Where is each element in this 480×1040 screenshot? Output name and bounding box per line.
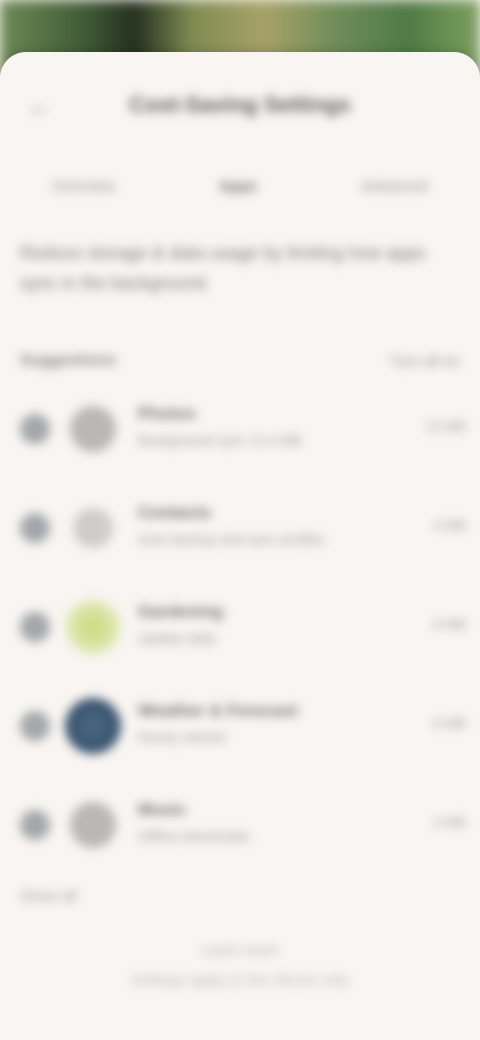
item-size: 12 MB [425,418,466,434]
item-subtitle: Offline downloads [138,828,250,844]
settings-sheet: ← Cost-Saving Settings Overview Apps Adv… [0,52,480,1040]
item-title: Photos [138,404,196,423]
list-item[interactable]: Weather & Forecast Hourly refresh 6 MB [0,679,480,778]
item-size: 4 MB [433,517,466,533]
list-item[interactable]: Photos Background sync 12.4 MB 12 MB [0,382,480,481]
footer-note: Settings apply to this device only [131,972,349,989]
photos-icon [70,406,116,452]
learn-more-link[interactable]: Learn more [0,942,480,959]
description-text: Reduce storage & data usage by limiting … [20,243,426,293]
section-title: Suggestions [20,352,117,369]
weather-icon [65,698,121,754]
tab-overview[interactable]: Overview [36,168,131,205]
app-list: Photos Background sync 12.4 MB 12 MB Con… [0,382,480,877]
tab-advanced[interactable]: Advanced [345,168,444,205]
item-size: 8 MB [433,616,466,632]
item-title: Weather & Forecast [138,701,298,720]
item-size: 6 MB [433,715,466,731]
radio-button[interactable] [20,513,50,543]
radio-button[interactable] [20,612,50,642]
turn-all-on-button[interactable]: Turn all on [390,353,460,370]
section-header: Suggestions Turn all on [20,346,460,376]
radio-button[interactable] [20,711,50,741]
tab-bar: Overview Apps Advanced [0,164,480,208]
item-subtitle: Background sync 12.4 MB [138,432,302,448]
item-title: Music [138,800,187,819]
gardening-icon [66,600,120,654]
item-title: Contacts [138,503,211,522]
radio-button[interactable] [20,414,50,444]
list-item[interactable]: Music Offline downloads 3 MB [0,778,480,877]
list-item[interactable]: Gardening Update daily 8 MB [0,580,480,679]
contacts-icon [73,508,113,548]
music-icon [70,802,116,848]
page-title: Cost-Saving Settings [129,92,351,117]
show-all-link[interactable]: Show all [20,888,77,905]
item-subtitle: Update daily [138,630,216,646]
item-title: Gardening [138,602,224,621]
header: ← Cost-Saving Settings [0,76,480,132]
item-subtitle: Hourly refresh [138,729,226,745]
item-subtitle: Auto backup and sync profiles [138,531,325,547]
radio-button[interactable] [20,810,50,840]
tab-apps[interactable]: Apps [203,168,273,205]
list-item[interactable]: Contacts Auto backup and sync profiles 4… [0,481,480,580]
item-size: 3 MB [433,814,466,830]
